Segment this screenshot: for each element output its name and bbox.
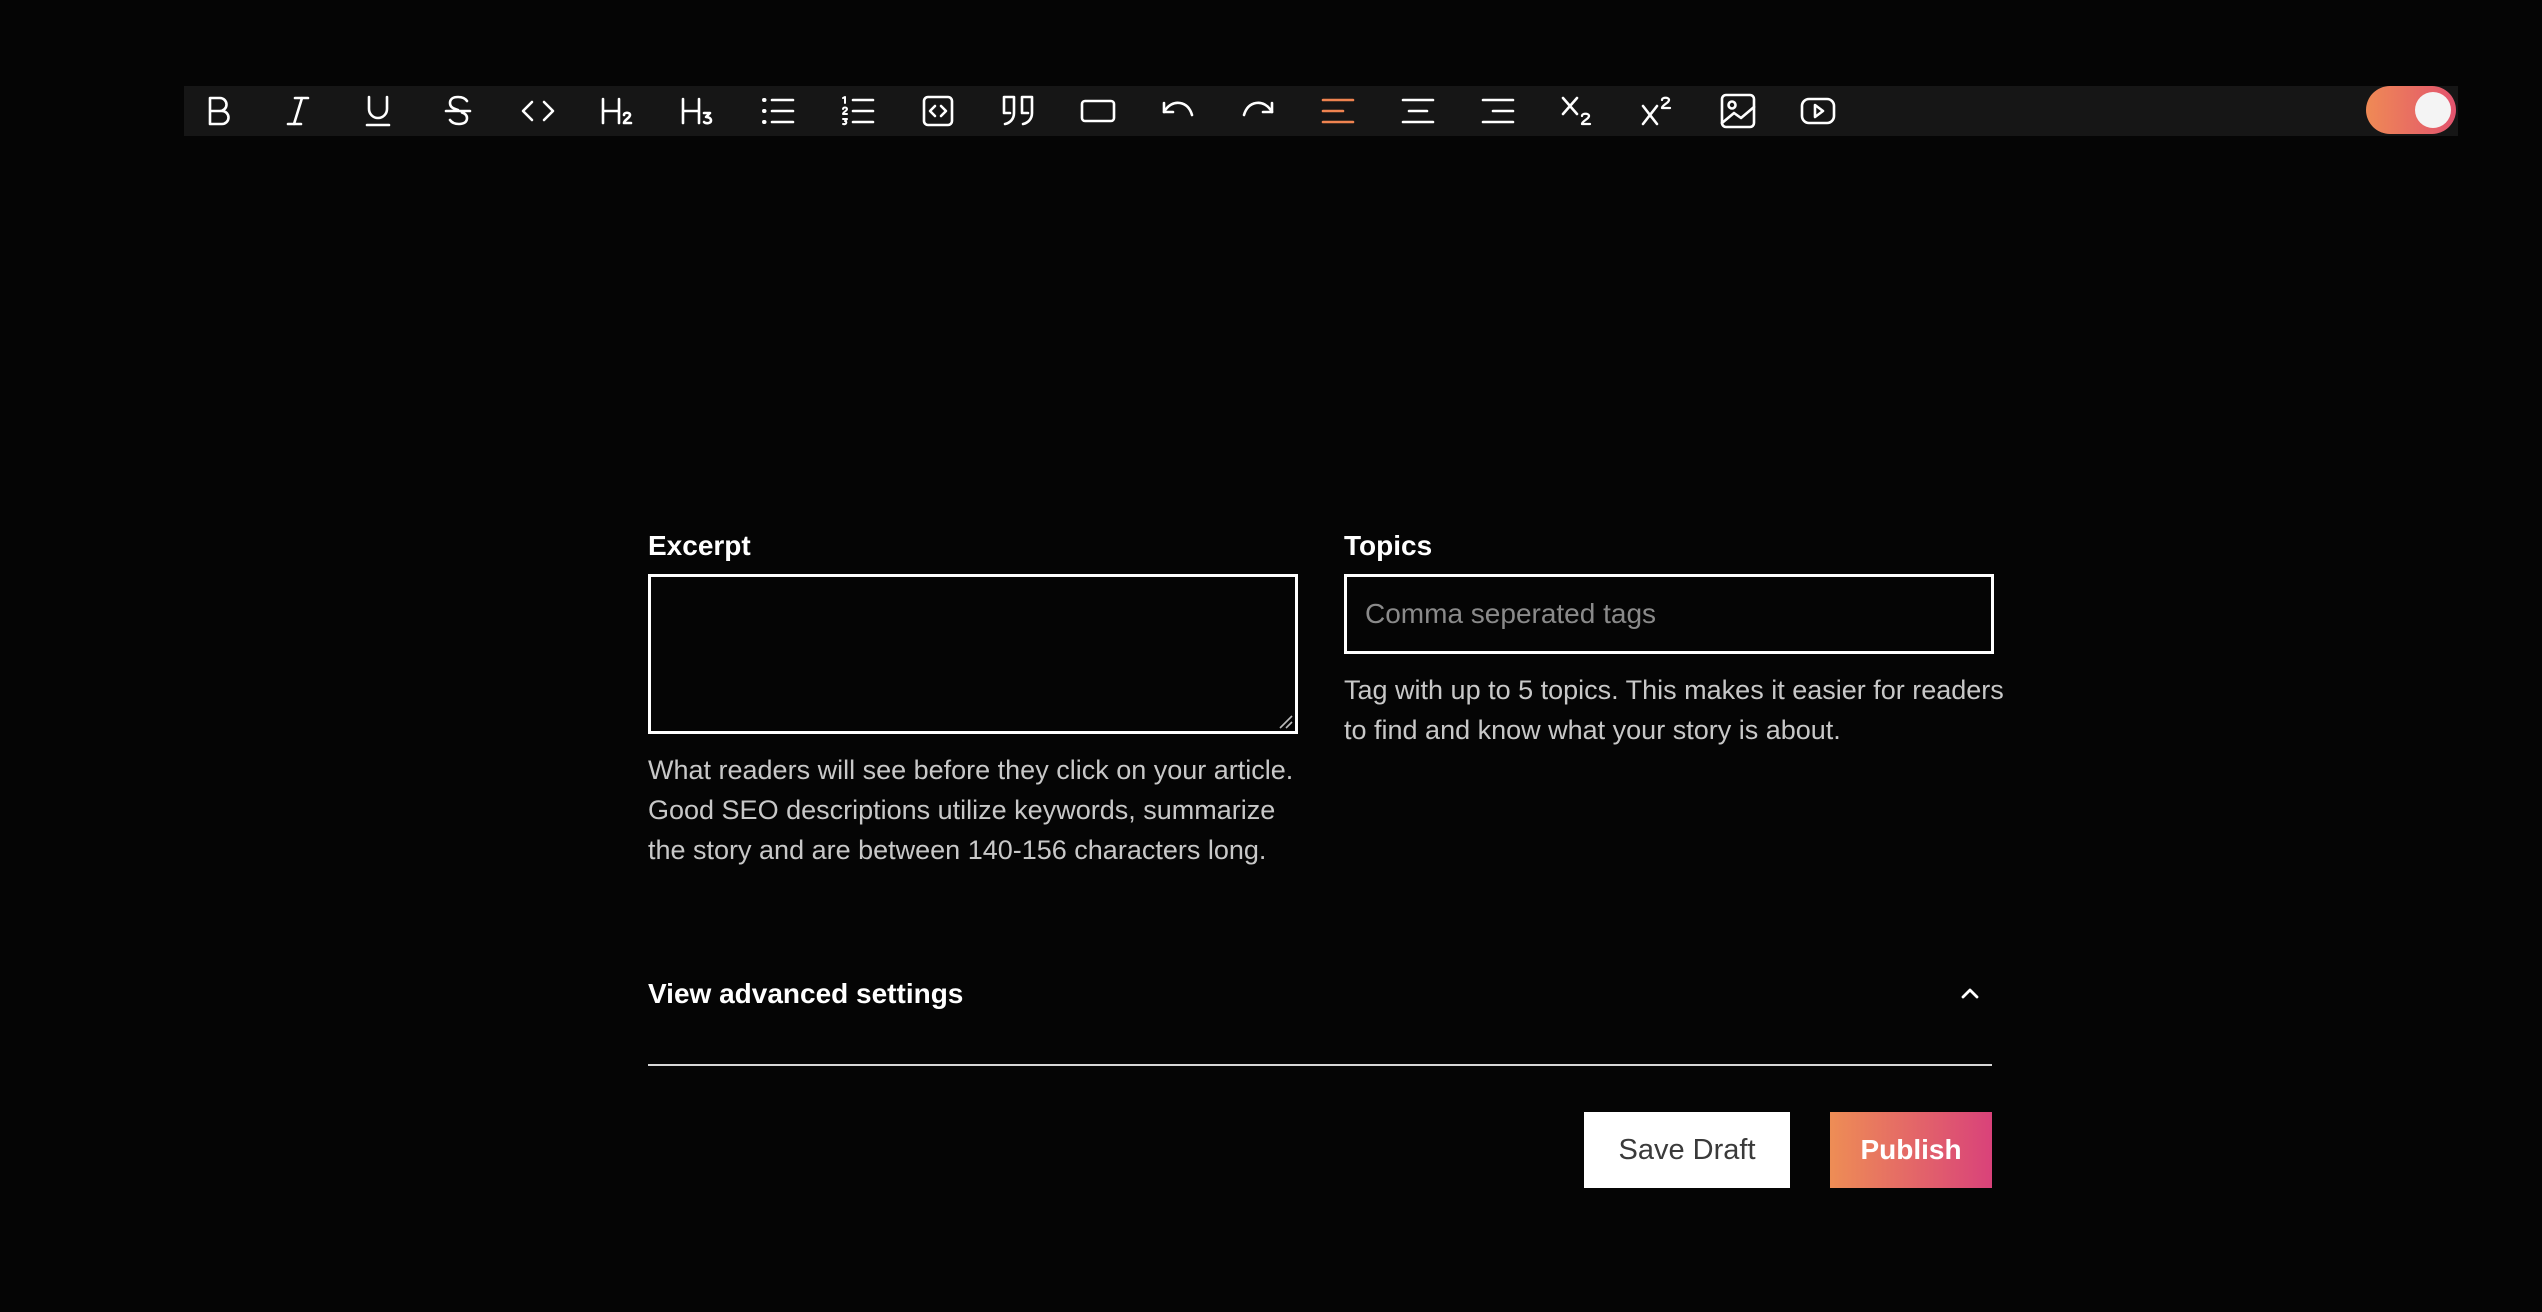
topics-help-text: Tag with up to 5 topics. This makes it e… [1344,675,2004,745]
image-icon[interactable] [1706,86,1770,136]
video-icon[interactable] [1786,86,1850,136]
strikethrough-icon[interactable] [426,86,490,136]
excerpt-textarea[interactable] [648,574,1298,734]
editor-toolbar [184,86,2458,136]
heading-2-icon[interactable] [586,86,650,136]
excerpt-label: Excerpt [648,530,751,561]
code-icon[interactable] [506,86,570,136]
align-left-icon[interactable] [1306,86,1370,136]
horizontal-rule-icon[interactable] [1066,86,1130,136]
underline-icon[interactable] [346,86,410,136]
topics-label: Topics [1344,530,1433,561]
advanced-settings-label: View advanced settings [648,978,964,1009]
ordered-list-icon[interactable] [826,86,890,136]
bold-icon[interactable] [186,86,250,136]
topics-field[interactable] [1344,574,1994,654]
heading-3-icon[interactable] [666,86,730,136]
redo-icon[interactable] [1226,86,1290,136]
save-draft-button[interactable]: Save Draft [1584,1112,1790,1188]
blockquote-icon[interactable] [986,86,1050,136]
topics-input[interactable] [1347,598,1991,630]
resize-handle-icon[interactable] [1277,713,1293,729]
subscript-icon[interactable] [1546,86,1610,136]
advanced-settings-toggle[interactable]: View advanced settings [648,968,1992,1066]
chevron-up-icon [1961,988,1979,999]
align-center-icon[interactable] [1386,86,1450,136]
toggle-knob [2415,92,2451,128]
excerpt-help-text: What readers will see before they click … [648,755,1294,865]
align-right-icon[interactable] [1466,86,1530,136]
undo-icon[interactable] [1146,86,1210,136]
publish-button[interactable]: Publish [1830,1112,1992,1188]
code-block-icon[interactable] [906,86,970,136]
italic-icon[interactable] [266,86,330,136]
bullet-list-icon[interactable] [746,86,810,136]
theme-toggle[interactable] [2366,86,2456,134]
superscript-icon[interactable] [1626,86,1690,136]
